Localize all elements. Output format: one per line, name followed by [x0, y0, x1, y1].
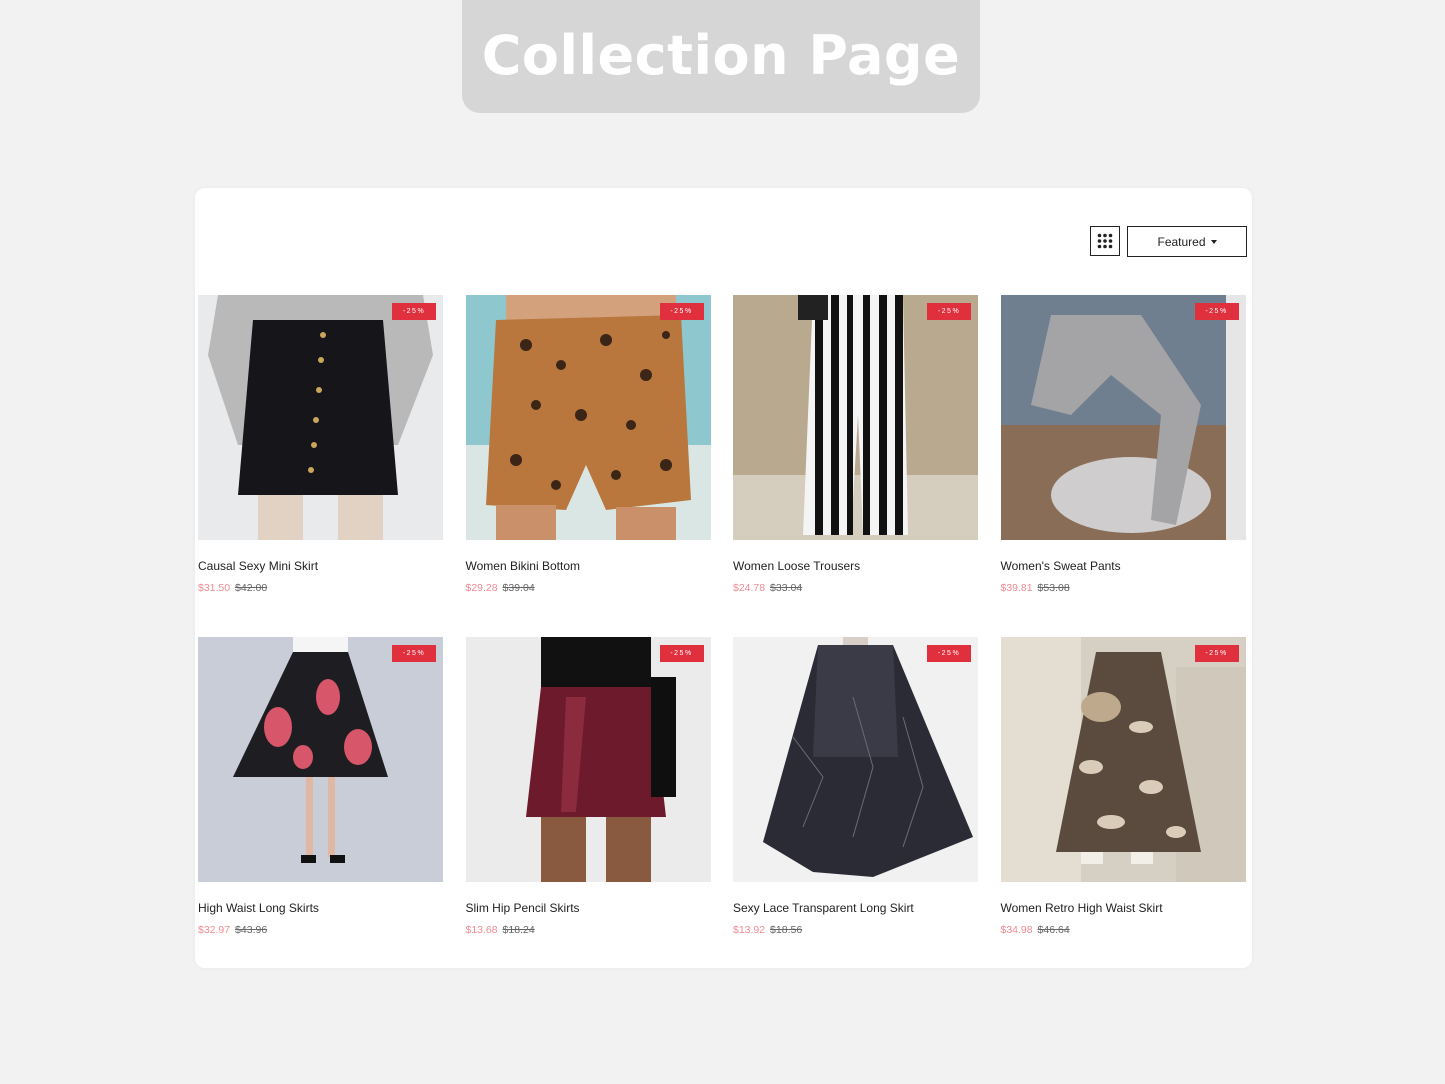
page-banner: Collection Page [462, 0, 980, 113]
product-card[interactable]: -25% Slim Hip Pencil Skirts $13.68 $18.2… [465, 637, 711, 939]
product-grid: -25% Causal Sexy Mini Skirt $31.50 $42.0… [198, 295, 1246, 939]
original-price: $53.08 [1037, 582, 1070, 594]
sale-price: $32.97 [198, 924, 231, 936]
product-card[interactable]: -25% Women Loose Trousers $24.78 $33.04 [733, 295, 978, 597]
sale-price: $34.98 [1000, 924, 1033, 936]
grid-view-button[interactable] [1090, 226, 1120, 256]
product-card[interactable]: -25% Causal Sexy Mini Skirt $31.50 $42.0… [198, 295, 443, 597]
collection-card: Featured -25% Causal Sexy Mini Skirt $31… [195, 188, 1252, 968]
product-image[interactable]: -25% [733, 637, 978, 882]
original-price: $39.04 [502, 582, 535, 594]
product-card[interactable]: -25% Women Bikini Bottom $29.28 $39.04 [465, 295, 711, 597]
original-price: $46.64 [1037, 924, 1070, 936]
product-image[interactable]: -25% [465, 295, 711, 540]
discount-badge: -25% [927, 303, 971, 320]
product-name[interactable]: Causal Sexy Mini Skirt [198, 559, 443, 573]
product-name[interactable]: High Waist Long Skirts [198, 901, 443, 915]
product-image[interactable]: -25% [465, 637, 711, 882]
product-card[interactable]: -25% Sexy Lace Transparent Long Skirt $1… [733, 637, 978, 939]
product-image[interactable]: -25% [1000, 295, 1246, 540]
product-card[interactable]: -25% Women's Sweat Pants $39.81 $53.08 [1000, 295, 1246, 597]
discount-badge: -25% [659, 645, 704, 662]
original-price: $18.24 [502, 924, 535, 936]
product-image[interactable]: -25% [198, 637, 443, 882]
original-price: $42.00 [235, 582, 268, 594]
product-card[interactable]: -25% Women Retro High Waist Skirt $34.98… [1000, 637, 1246, 939]
discount-badge: -25% [927, 645, 971, 662]
product-image[interactable]: -25% [1000, 637, 1246, 882]
sale-price: $39.81 [1000, 582, 1033, 594]
original-price: $43.96 [235, 924, 268, 936]
sort-label: Featured [1157, 234, 1206, 249]
product-name[interactable]: Women's Sweat Pants [1001, 559, 1246, 573]
product-name[interactable]: Sexy Lace Transparent Long Skirt [733, 901, 978, 915]
sale-price: $31.50 [198, 582, 231, 594]
product-image[interactable]: -25% [733, 295, 978, 540]
product-name[interactable]: Women Bikini Bottom [466, 559, 711, 573]
sale-price: $13.68 [465, 924, 498, 936]
product-prices: $29.28 $39.04 [466, 582, 711, 594]
product-name[interactable]: Slim Hip Pencil Skirts [466, 901, 711, 915]
caret-down-icon [1210, 239, 1217, 244]
discount-badge: -25% [659, 303, 704, 320]
product-prices: $24.78 $33.04 [733, 582, 978, 594]
product-name[interactable]: Women Loose Trousers [733, 559, 978, 573]
original-price: $33.04 [770, 582, 803, 594]
product-prices: $13.92 $18.56 [733, 924, 978, 936]
product-name[interactable]: Women Retro High Waist Skirt [1001, 901, 1246, 915]
discount-badge: -25% [1194, 645, 1239, 662]
discount-badge: -25% [392, 303, 436, 320]
product-prices: $31.50 $42.00 [198, 582, 443, 594]
collection-toolbar: Featured [1090, 226, 1247, 257]
product-card[interactable]: -25% High Waist Long Skirts $32.97 $43.9… [198, 637, 443, 939]
product-prices: $32.97 $43.96 [198, 924, 443, 936]
sale-price: $24.78 [733, 582, 766, 594]
discount-badge: -25% [1194, 303, 1239, 320]
banner-title: Collection Page [481, 24, 961, 87]
sale-price: $29.28 [465, 582, 498, 594]
grid-icon [1097, 233, 1113, 249]
product-prices: $13.68 $18.24 [466, 924, 711, 936]
product-prices: $34.98 $46.64 [1001, 924, 1246, 936]
sale-price: $13.92 [733, 924, 766, 936]
discount-badge: -25% [392, 645, 436, 662]
original-price: $18.56 [770, 924, 803, 936]
product-image[interactable]: -25% [198, 295, 443, 540]
sort-dropdown[interactable]: Featured [1127, 226, 1247, 257]
product-prices: $39.81 $53.08 [1001, 582, 1246, 594]
